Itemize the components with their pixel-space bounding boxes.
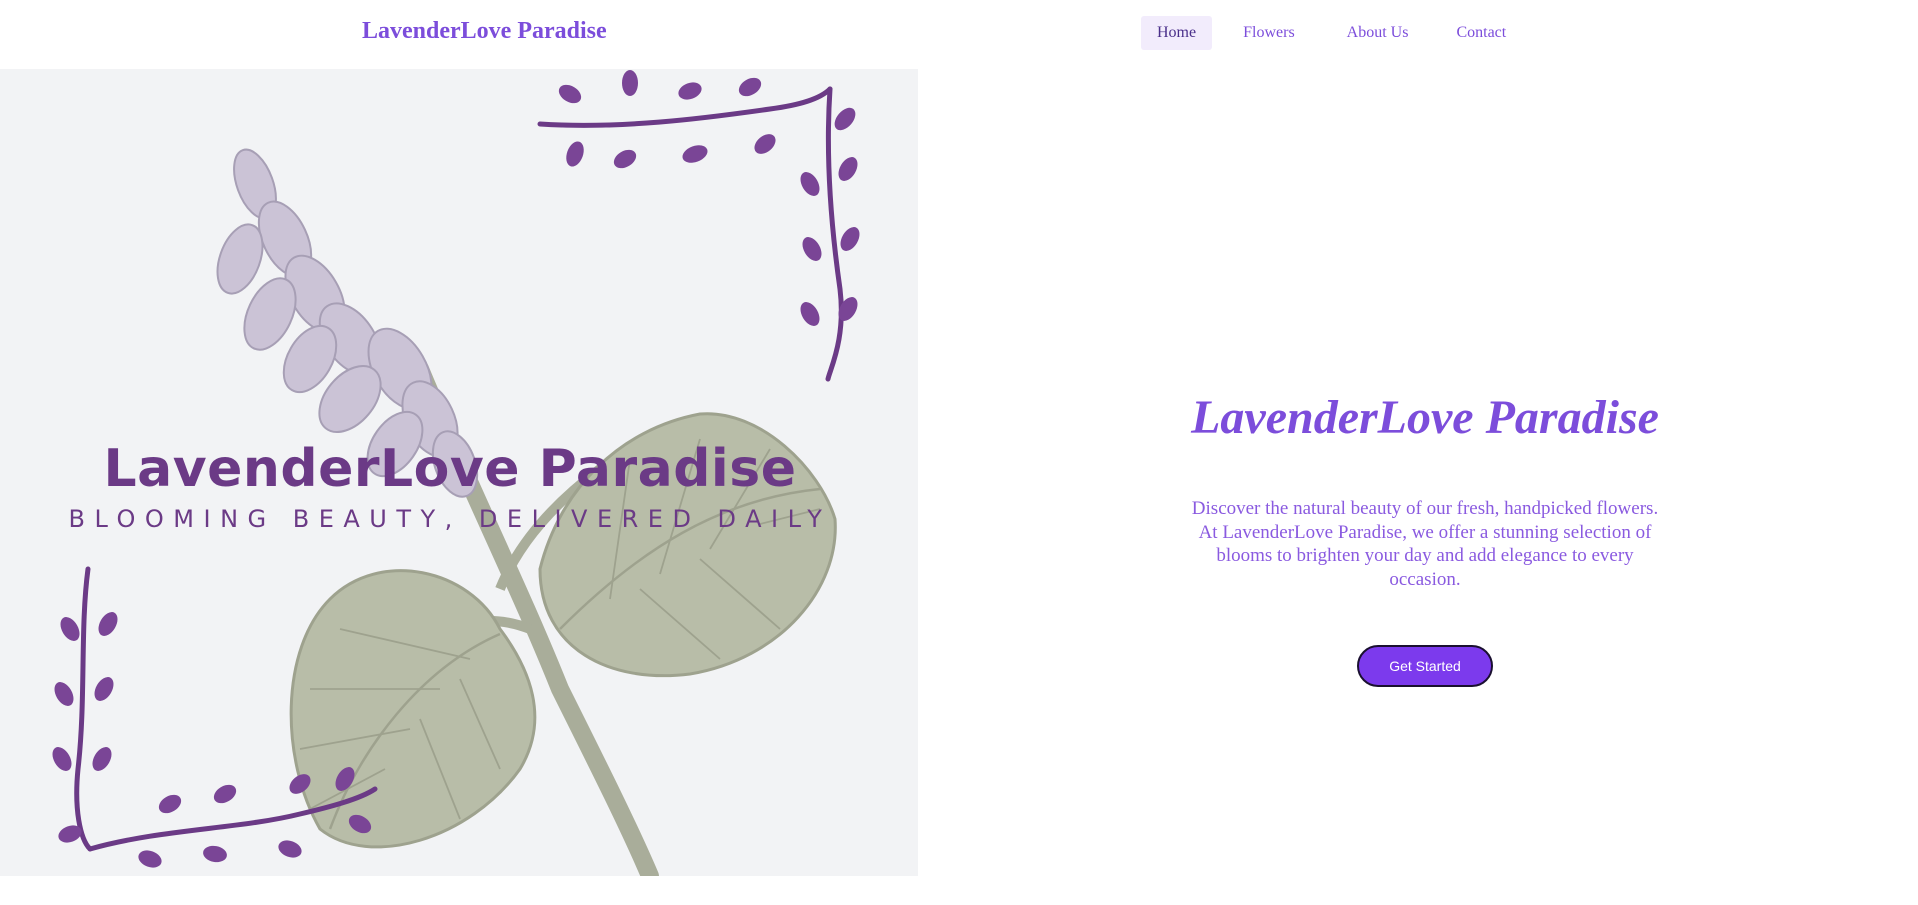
nav-home[interactable]: Home xyxy=(1141,16,1213,50)
nav-about-us[interactable]: About Us xyxy=(1331,16,1425,50)
hero-content: LavenderLove Paradise Discover the natur… xyxy=(1190,390,1660,687)
site-header: LavenderLove Paradise Home Flowers About… xyxy=(0,0,1918,69)
hero-description: Discover the natural beauty of our fresh… xyxy=(1191,498,1659,590)
nav-flowers[interactable]: Flowers xyxy=(1227,16,1311,50)
hero-title: LavenderLove Paradise xyxy=(1191,391,1659,444)
image-logo-title: LavenderLove Paradise xyxy=(103,439,797,499)
hero-image: LavenderLove Paradise BLOOMING BEAUTY, D… xyxy=(0,69,918,876)
nav-contact[interactable]: Contact xyxy=(1440,16,1522,50)
get-started-button[interactable]: Get Started xyxy=(1357,645,1493,687)
brand-logo[interactable]: LavenderLove Paradise xyxy=(362,18,607,45)
main-nav: Home Flowers About Us Contact xyxy=(1141,16,1537,50)
image-logo-tagline: BLOOMING BEAUTY, DELIVERED DAILY xyxy=(68,505,832,533)
